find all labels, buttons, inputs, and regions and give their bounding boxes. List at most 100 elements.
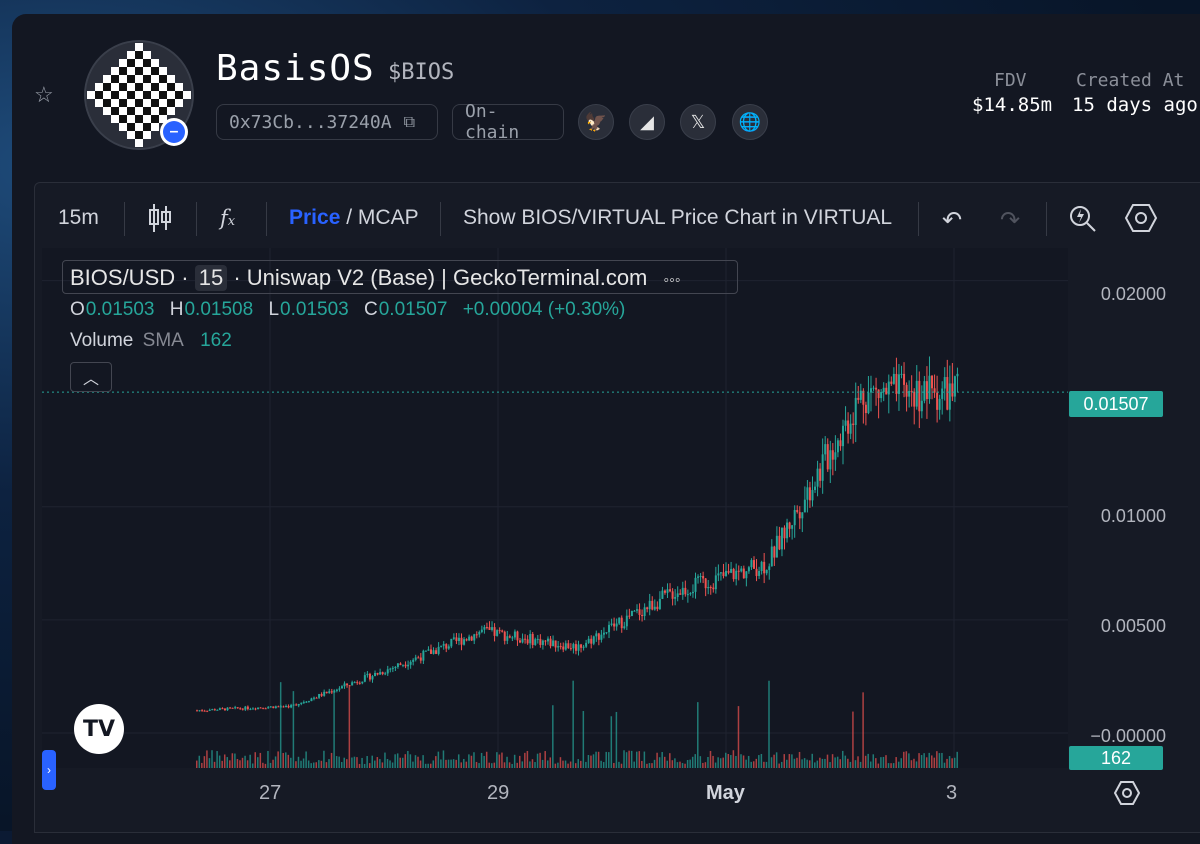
candle-body (546, 638, 549, 642)
candle-body (737, 570, 740, 572)
candle-body (229, 707, 232, 709)
volume-bar (348, 686, 351, 768)
candle-body (918, 380, 921, 412)
favorite-star-icon[interactable]: ☆ (34, 82, 54, 108)
interval-button[interactable]: 15m (58, 206, 99, 230)
volume-bar (920, 755, 923, 768)
candle-body (750, 560, 753, 568)
candle-body (806, 487, 809, 500)
low-value: 0.01503 (280, 299, 349, 320)
volume-bar (679, 761, 681, 768)
candle-body (811, 490, 814, 501)
candle-body (254, 708, 257, 710)
candle-body (236, 707, 239, 709)
volume-bar (414, 755, 417, 768)
collapse-legend-chevron-up-icon[interactable]: ︿ (70, 362, 112, 392)
candle-body (745, 571, 748, 579)
volume-bar (305, 751, 307, 768)
token-address: 0x73Cb...37240A (229, 111, 392, 133)
candle-body (663, 590, 666, 593)
candle-body (320, 693, 323, 696)
candle-body (595, 633, 598, 637)
volume-bar (783, 754, 786, 768)
candle-body (473, 634, 476, 641)
volume-bar (513, 754, 516, 768)
indicators-fx-icon[interactable]: fx (220, 206, 235, 230)
volume-bar (208, 758, 211, 768)
candle-body (272, 706, 275, 709)
volume-bar (602, 762, 605, 768)
candle-body (829, 450, 832, 470)
candle-body (488, 627, 491, 630)
toolbar-divider (918, 202, 919, 236)
time-axis-label: 3 (946, 782, 958, 804)
quick-search-icon[interactable] (1068, 202, 1098, 240)
candle-body (951, 383, 954, 397)
volume-bar (643, 751, 646, 768)
settings-hexagon-icon[interactable] (1124, 202, 1158, 240)
undo-icon[interactable]: ↶ (942, 206, 962, 235)
candle-body (786, 522, 789, 539)
volume-bar (503, 762, 506, 768)
candle-body (674, 597, 677, 599)
candle-body (539, 638, 542, 645)
candle-body (409, 661, 412, 665)
volume-bar (844, 755, 847, 768)
candle-body (699, 575, 702, 577)
onchain-pill[interactable]: On-chain (452, 101, 564, 143)
x-twitter-icon[interactable]: 𝕏 (680, 104, 716, 140)
volume-bar (315, 762, 318, 768)
volume-bar (676, 762, 679, 768)
volume-bar (516, 762, 518, 768)
volume-bar (849, 761, 852, 768)
volume-bar (567, 763, 569, 768)
volume-bar (768, 680, 770, 768)
candle-body (264, 708, 267, 710)
candle-body (852, 423, 855, 425)
candle-body (414, 657, 417, 660)
bird-icon[interactable]: ◢ (629, 104, 665, 140)
candle-body (773, 546, 776, 558)
copy-icon[interactable]: ⧉ (404, 112, 415, 132)
candle-body (432, 650, 435, 654)
volume-bar (712, 755, 714, 768)
candle-body (262, 707, 265, 709)
candle-body (778, 535, 781, 550)
candle-body (928, 375, 931, 400)
volume-bar (689, 759, 691, 768)
candles-icon[interactable] (148, 202, 172, 240)
candle-body (836, 440, 839, 453)
volume-bar (554, 763, 557, 768)
volume-bar (264, 763, 267, 768)
legend-more-icon[interactable]: ◦◦◦ (664, 272, 681, 289)
volume-bar (590, 755, 592, 768)
tradingview-logo-icon[interactable]: TV (74, 704, 124, 754)
redo-icon[interactable]: ↷ (1000, 206, 1020, 235)
price-mcap-toggle[interactable]: Price / MCAP (289, 206, 419, 230)
mcap-toggle[interactable]: MCAP (358, 206, 419, 229)
volume-bar (674, 758, 676, 768)
volume-bar (229, 760, 231, 768)
legend-interval: 15 (194, 265, 228, 291)
eagle-icon[interactable]: 🦅 (578, 104, 614, 140)
volume-bar (613, 762, 615, 768)
candle-body (246, 706, 249, 710)
globe-icon[interactable]: 🌐 (732, 104, 768, 140)
candle-body (463, 639, 466, 645)
candle-body (651, 600, 654, 610)
volume-bar (404, 754, 407, 768)
volume-bar (312, 762, 315, 768)
chain-badge: – (160, 118, 188, 146)
volume-bar (460, 762, 463, 768)
volume-bar (798, 751, 801, 768)
drawing-panel-chevron-right-icon[interactable]: › (42, 750, 56, 790)
volume-bar (562, 760, 564, 768)
show-virtual-chart-button[interactable]: Show BIOS/VIRTUAL Price Chart in VIRTUAL (463, 206, 892, 230)
axis-settings-icon[interactable] (1114, 780, 1140, 806)
price-toggle[interactable]: Price (289, 206, 340, 229)
volume-bar (290, 757, 292, 768)
candle-body (684, 587, 687, 595)
candle-body (315, 697, 318, 699)
address-pill[interactable]: 0x73Cb...37240A ⧉ (216, 104, 438, 140)
volume-bar (750, 761, 752, 768)
